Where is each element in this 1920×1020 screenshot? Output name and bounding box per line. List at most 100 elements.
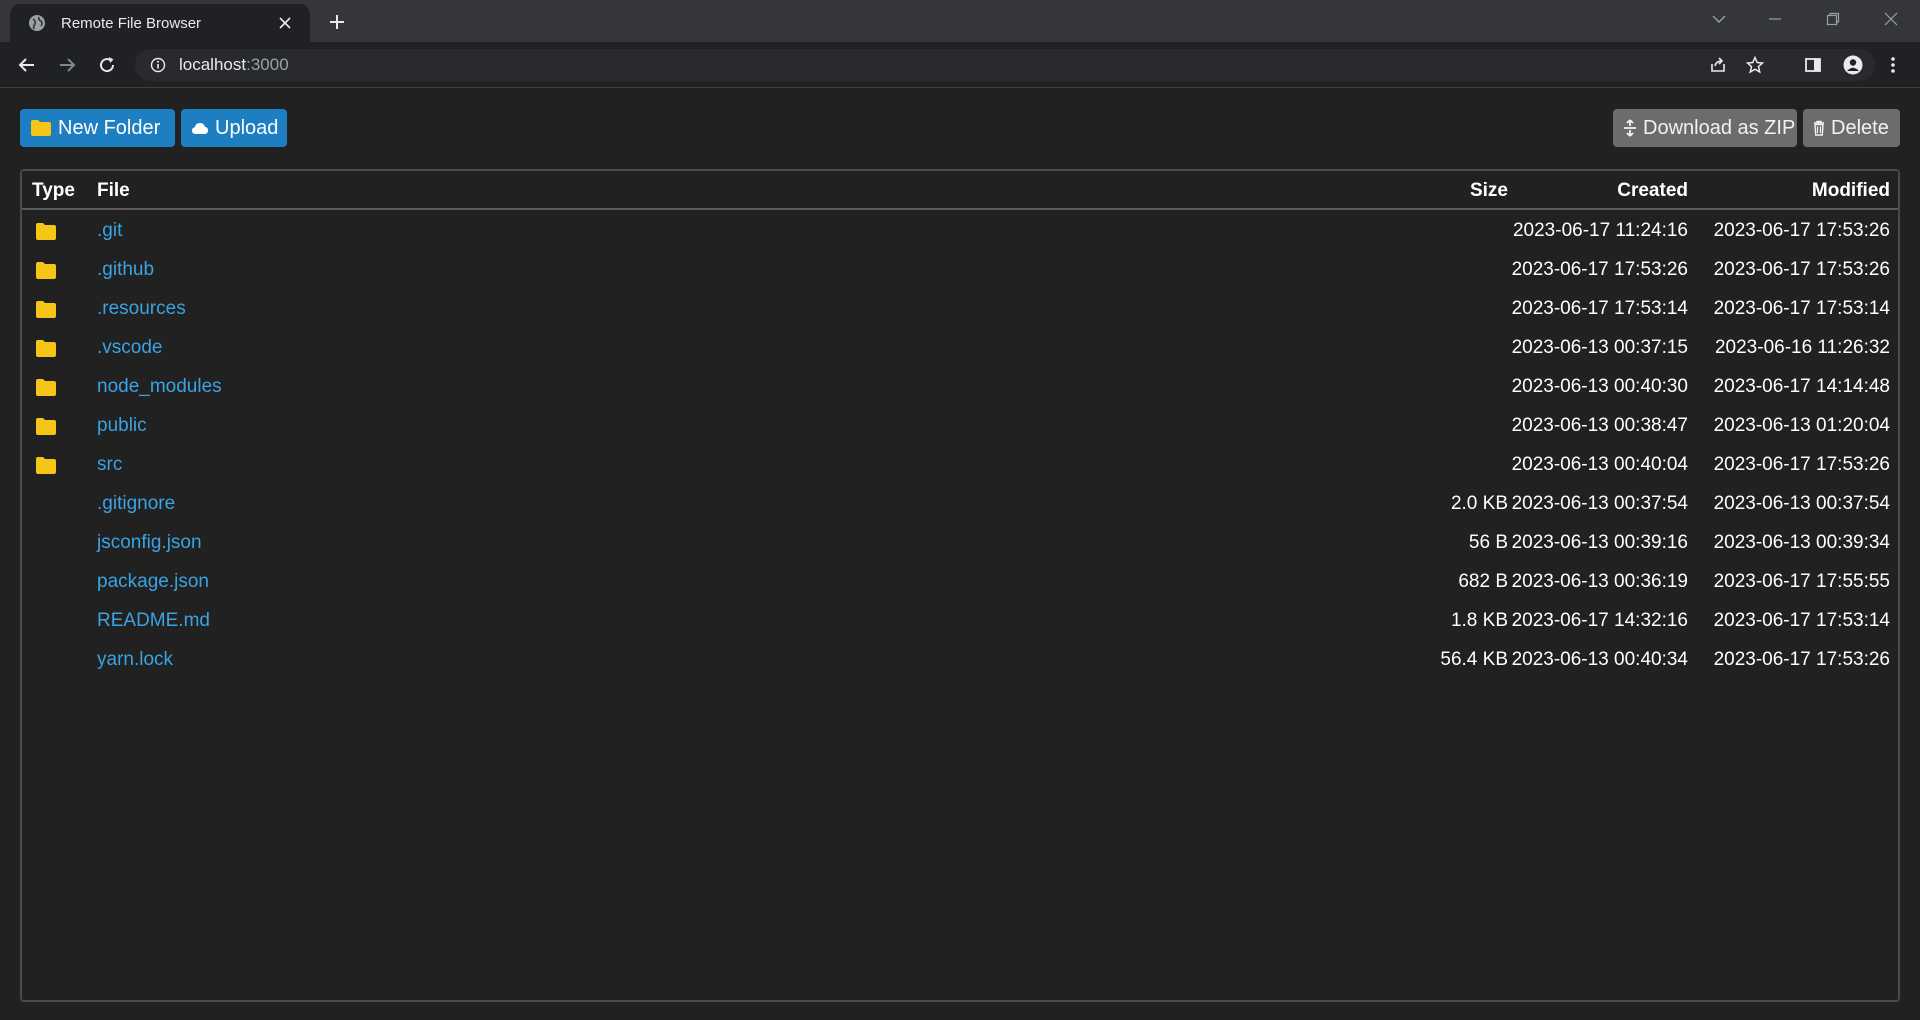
file-created: 2023-06-13 00:40:30 [1511,376,1688,397]
file-modified: 2023-06-17 17:55:55 [1713,571,1890,592]
folder-icon [36,457,56,479]
file-modified: 2023-06-17 17:53:26 [1713,220,1890,241]
upload-button[interactable]: Upload [181,109,287,147]
folder-icon [36,418,56,440]
cloud-icon [191,121,209,135]
profile-icon[interactable] [1838,50,1868,80]
file-created: 2023-06-17 17:53:26 [1511,259,1688,280]
file-created: 2023-06-17 11:24:16 [1512,220,1688,241]
window-close-icon[interactable] [1874,4,1908,34]
delete-label: Delete [1831,116,1889,139]
file-created: 2023-06-13 00:40:34 [1511,649,1688,670]
file-modified: 2023-06-13 00:37:54 [1713,493,1890,514]
file-name-link[interactable]: src [97,454,122,476]
download-zip-button[interactable]: Download as ZIP [1613,109,1797,147]
new-tab-button[interactable] [323,8,351,36]
new-folder-label: New Folder [58,116,161,139]
file-name-link[interactable]: .gitignore [97,493,175,515]
file-modified: 2023-06-17 17:53:26 [1713,259,1890,280]
file-name-link[interactable]: jsconfig.json [97,532,202,554]
file-modified: 2023-06-17 14:14:48 [1713,376,1890,397]
url-host: localhost [179,55,247,74]
file-size: 56 B [1468,532,1508,553]
browser-tab[interactable]: Remote File Browser [10,4,310,42]
table-row[interactable]: .git 2023-06-17 11:24:16 2023-06-17 17:53:… [22,211,1898,250]
file-created: 2023-06-13 00:39:16 [1511,532,1688,553]
file-name-link[interactable]: node_modules [97,376,222,398]
address-bar[interactable]: localhost:3000 [135,49,1875,81]
menu-dots-icon[interactable] [1878,50,1908,80]
table-row[interactable]: yarn.lock 56.4 KB 2023-06-13 00:40:34 2023-… [22,640,1898,679]
file-name-link[interactable]: public [97,415,147,437]
file-name-link[interactable]: package.json [97,571,209,593]
file-created: 2023-06-13 00:40:04 [1511,454,1688,475]
table-header: Type File Size Created Modified [22,171,1898,210]
table-row[interactable]: jsconfig.json 56 B 2023-06-13 00:39:16 2023… [22,523,1898,562]
browser-tabstrip: Remote File Browser [0,0,1920,42]
globe-icon [27,13,47,33]
file-modified: 2023-06-13 01:20:04 [1713,415,1890,436]
file-name-link[interactable]: .vscode [97,337,162,359]
file-name-link[interactable]: .resources [97,298,186,320]
header-type[interactable]: Type [32,180,75,202]
file-name-link[interactable]: .github [97,259,154,281]
info-icon[interactable] [149,56,167,74]
file-created: 2023-06-13 00:36:19 [1511,571,1688,592]
browser-toolbar: localhost:3000 [0,42,1920,88]
back-icon[interactable] [12,50,42,80]
bookmark-star-icon[interactable] [1740,49,1770,81]
file-created: 2023-06-13 00:38:47 [1511,415,1688,436]
zip-icon [1623,119,1637,137]
file-modified: 2023-06-17 17:53:14 [1713,610,1890,631]
share-icon[interactable] [1703,49,1733,81]
folder-icon [36,262,56,284]
reload-icon[interactable] [92,50,122,80]
header-size[interactable]: Size [1470,180,1508,202]
side-panel-icon[interactable] [1798,50,1828,80]
minimize-icon[interactable] [1758,4,1792,34]
folder-icon [36,223,56,245]
tab-title: Remote File Browser [61,14,202,32]
file-created: 2023-06-17 17:53:14 [1511,298,1688,319]
folder-icon [36,340,56,362]
file-size: 56.4 KB [1440,649,1508,670]
file-name-link[interactable]: .git [97,220,122,242]
file-size: 682 B [1458,571,1508,592]
header-created[interactable]: Created [1617,180,1688,202]
file-modified: 2023-06-17 17:53:26 [1713,454,1890,475]
file-modified: 2023-06-16 11:26:32 [1714,337,1890,358]
file-created: 2023-06-13 00:37:54 [1511,493,1688,514]
file-name-link[interactable]: yarn.lock [97,649,173,671]
close-icon[interactable] [274,12,296,34]
folder-icon [36,379,56,401]
file-modified: 2023-06-13 00:39:34 [1713,532,1890,553]
file-table: Type File Size Created Modified .git 2023… [20,169,1900,1002]
table-row[interactable]: node_modules 2023-06-13 00:40:30 2023-06-1… [22,367,1898,406]
table-row[interactable]: .resources 2023-06-17 17:53:14 2023-06-17 … [22,289,1898,328]
file-created: 2023-06-17 14:32:16 [1511,610,1688,631]
table-row[interactable]: .github 2023-06-17 17:53:26 2023-06-17 17:… [22,250,1898,289]
trash-icon [1813,120,1825,136]
header-file[interactable]: File [97,180,130,202]
table-row[interactable]: src 2023-06-13 00:40:04 2023-06-17 17:53:2… [22,445,1898,484]
restore-icon[interactable] [1816,4,1850,34]
folder-icon [36,301,56,323]
new-folder-button[interactable]: New Folder [20,109,175,147]
table-row[interactable]: .gitignore 2.0 KB 2023-06-13 00:37:54 2023-… [22,484,1898,523]
file-modified: 2023-06-17 17:53:26 [1713,649,1890,670]
tab-search-icon[interactable] [1702,4,1736,34]
file-browser-page: New Folder Upload Download as ZIP Delete… [0,88,1920,1020]
forward-icon[interactable] [52,50,82,80]
download-zip-label: Download as ZIP [1643,116,1796,139]
file-size: 1.8 KB [1450,610,1508,631]
file-name-link[interactable]: README.md [97,610,210,632]
table-row[interactable]: README.md 1.8 KB 2023-06-17 14:32:16 2023-0… [22,601,1898,640]
delete-button[interactable]: Delete [1803,109,1900,147]
file-size: 2.0 KB [1450,493,1508,514]
url-port: :3000 [246,55,289,74]
table-row[interactable]: .vscode 2023-06-13 00:37:15 2023-06-16 11:… [22,328,1898,367]
table-row[interactable]: package.json 682 B 2023-06-13 00:36:19 2023… [22,562,1898,601]
table-row[interactable]: public 2023-06-13 00:38:47 2023-06-13 01:2… [22,406,1898,445]
upload-label: Upload [215,116,279,139]
header-modified[interactable]: Modified [1812,180,1890,202]
